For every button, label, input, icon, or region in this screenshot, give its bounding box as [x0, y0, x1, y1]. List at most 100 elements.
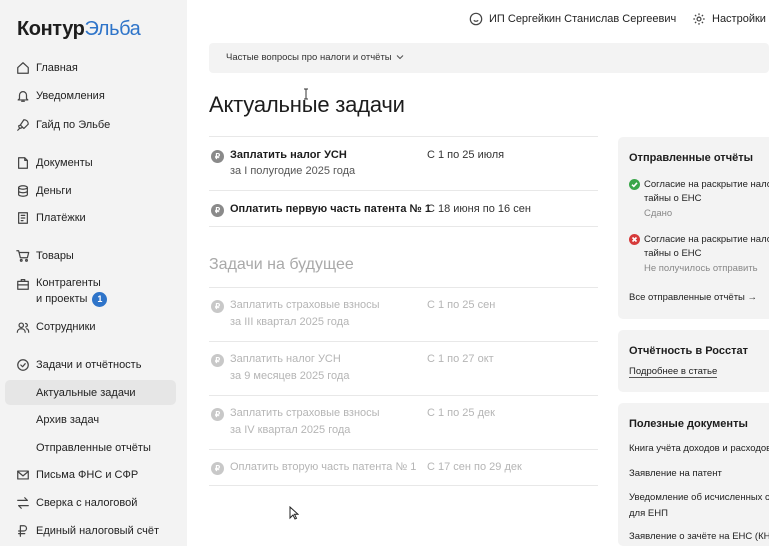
- task-row[interactable]: ₽ Заплатить налог УСН за 9 месяцев 2025 …: [209, 341, 598, 395]
- coins-icon: [16, 184, 30, 198]
- top-bar: ИП Сергейкин Станислав Сергеевич Настрой…: [187, 0, 769, 42]
- sidebar-item-goods[interactable]: Товары: [5, 243, 176, 268]
- task-period: за IV квартал 2025 года: [230, 424, 351, 436]
- briefcase-icon: [16, 277, 30, 291]
- sidebar-item-unified-tax-account[interactable]: Единый налоговый счёт: [5, 518, 176, 543]
- sidebar-item-guide[interactable]: Гайд по Эльбе: [5, 112, 176, 137]
- document-link[interactable]: Уведомление об исчисленных су для ЕНП: [629, 490, 769, 522]
- task-row[interactable]: ₽ Оплатить первую часть патента № 1 С 18…: [209, 190, 598, 227]
- task-row[interactable]: ₽ Заплатить страховые взносы за III квар…: [209, 287, 598, 341]
- error-icon: [629, 234, 640, 245]
- task-date: С 1 по 25 дек: [427, 407, 495, 419]
- user-name: ИП Сергейкин Станислав Сергеевич: [489, 13, 677, 25]
- task-date: С 1 по 25 сен: [427, 299, 496, 311]
- sidebar-item-label: Письма ФНС и СФР: [36, 468, 139, 481]
- sidebar-item-employees[interactable]: Сотрудники: [5, 314, 176, 339]
- task-row[interactable]: ₽ Оплатить вторую часть патента № 1 С 17…: [209, 449, 598, 486]
- sidebar-item-notifications[interactable]: Уведомления: [5, 83, 176, 108]
- all-sent-reports-link[interactable]: Все отправленные отчёты →: [629, 292, 757, 303]
- task-name: Оплатить первую часть патента № 1: [230, 203, 431, 215]
- sidebar-item-label: Задачи и отчётность: [36, 358, 142, 371]
- mouse-pointer-icon: [289, 506, 299, 520]
- sidebar-item-label: Единый налоговый счёт: [36, 524, 160, 537]
- faq-label: Частые вопросы про налоги и отчёты: [226, 52, 392, 63]
- rosstat-article-link[interactable]: Подробнее в статье: [629, 366, 718, 378]
- sidebar-item-current-tasks[interactable]: Актуальные задачи: [5, 380, 176, 405]
- page-title: Актуальные задачи: [209, 92, 405, 117]
- sidebar-item-label: Архив задач: [36, 413, 100, 426]
- task-name: Заплатить налог УСН: [230, 149, 347, 161]
- sidebar-item-fns-letters[interactable]: Письма ФНС и СФР: [5, 462, 176, 487]
- task-name: Заплатить страховые взносы: [230, 299, 380, 311]
- chevron-down-icon: [396, 52, 404, 63]
- logo[interactable]: КонтурЭльба: [17, 18, 141, 41]
- sidebar-item-label: Документы: [36, 156, 93, 169]
- cart-icon: [16, 249, 30, 263]
- task-date: С 1 по 25 июля: [427, 149, 505, 161]
- payment-order-icon: [16, 211, 30, 225]
- document-link[interactable]: Заявление на патент: [629, 466, 722, 482]
- task-period: за 9 месяцев 2025 года: [230, 370, 350, 382]
- sent-report-item[interactable]: Согласие на раскрытие нало тайны о ЕНС Не…: [629, 233, 769, 277]
- ruble-icon: ₽: [211, 204, 224, 217]
- document-link[interactable]: Книга учёта доходов и расходов: [629, 441, 769, 457]
- document-link[interactable]: Заявление о зачёте на ЕНС (КНД: [629, 529, 769, 545]
- check-circle-icon: [16, 358, 30, 372]
- settings-button[interactable]: Настройки: [692, 12, 766, 26]
- sent-reports-panel: Отправленные отчёты Согласие на раскрыти…: [618, 137, 769, 319]
- sidebar-item-reconciliation[interactable]: Сверка с налоговой: [5, 490, 176, 515]
- sidebar-item-sent-reports[interactable]: Отправленные отчёты: [5, 435, 176, 460]
- home-icon: [16, 61, 30, 75]
- report-status: Не получилось отправить: [644, 263, 758, 274]
- sidebar-item-label: Сверка с налоговой: [36, 496, 138, 509]
- sent-report-item[interactable]: Согласие на раскрытие нало тайны о ЕНС Сд…: [629, 178, 769, 222]
- sidebar-item-label: Гайд по Эльбе: [36, 118, 111, 131]
- useful-documents-panel: Полезные документы Книга учёта доходов и…: [618, 403, 769, 546]
- task-period: за I полугодие 2025 года: [230, 165, 356, 177]
- task-row[interactable]: ₽ Заплатить налог УСН за I полугодие 202…: [209, 136, 598, 190]
- sidebar-item-money[interactable]: Деньги: [5, 178, 176, 203]
- sidebar-item-payments[interactable]: Платёжки: [5, 205, 176, 230]
- ruble-icon: ₽: [211, 408, 224, 421]
- report-name: Согласие на раскрытие нало: [644, 179, 769, 190]
- ruble-icon: ₽: [211, 462, 224, 475]
- task-name: Оплатить вторую часть патента № 1: [230, 461, 417, 473]
- ruble-icon: [16, 524, 30, 538]
- sidebar-item-label: Уведомления: [36, 89, 105, 102]
- task-name: Заплатить налог УСН: [230, 353, 341, 365]
- task-date: С 18 июня по 16 сен: [427, 203, 531, 215]
- arrows-exchange-icon: [16, 496, 30, 510]
- task-period: за III квартал 2025 года: [230, 316, 350, 328]
- panel-title: Полезные документы: [629, 418, 748, 430]
- sidebar-item-label: Контрагенты и проекты 1: [36, 275, 108, 307]
- sidebar-item-label: Сотрудники: [36, 320, 96, 333]
- people-icon: [16, 320, 30, 334]
- ruble-icon: ₽: [211, 300, 224, 313]
- sidebar-item-label: Товары: [36, 249, 74, 262]
- sidebar: КонтурЭльба Главная Уведомления Гайд по …: [0, 0, 187, 546]
- faq-dropdown[interactable]: Частые вопросы про налоги и отчёты: [209, 43, 769, 73]
- user-menu[interactable]: ИП Сергейкин Станислав Сергеевич: [469, 12, 676, 26]
- future-tasks-heading: Задачи на будущее: [209, 256, 354, 273]
- envelope-icon: [16, 468, 30, 482]
- sidebar-item-home[interactable]: Главная: [5, 55, 176, 80]
- sidebar-item-label: Актуальные задачи: [36, 386, 136, 399]
- rosstat-panel: Отчётность в Росстат Подробнее в статье: [618, 330, 769, 392]
- ruble-icon: ₽: [211, 150, 224, 163]
- sidebar-item-label: Отправленные отчёты: [36, 441, 151, 454]
- settings-label: Настройки: [712, 13, 766, 25]
- task-name: Заплатить страховые взносы: [230, 407, 380, 419]
- task-row[interactable]: ₽ Заплатить страховые взносы за IV кварт…: [209, 395, 598, 449]
- task-date: С 17 сен по 29 дек: [427, 461, 522, 473]
- sidebar-item-label: Деньги: [36, 184, 72, 197]
- sidebar-item-tasks[interactable]: Задачи и отчётность: [5, 352, 176, 377]
- document-icon: [16, 156, 30, 170]
- smile-icon: [469, 12, 483, 26]
- sidebar-item-contractors[interactable]: Контрагенты и проекты 1: [5, 274, 176, 308]
- gear-icon: [693, 13, 705, 25]
- panel-title: Отчётность в Росстат: [629, 345, 748, 357]
- notification-badge: 1: [92, 291, 108, 307]
- sidebar-item-tasks-archive[interactable]: Архив задач: [5, 407, 176, 432]
- sidebar-item-documents[interactable]: Документы: [5, 150, 176, 175]
- ruble-icon: ₽: [211, 354, 224, 367]
